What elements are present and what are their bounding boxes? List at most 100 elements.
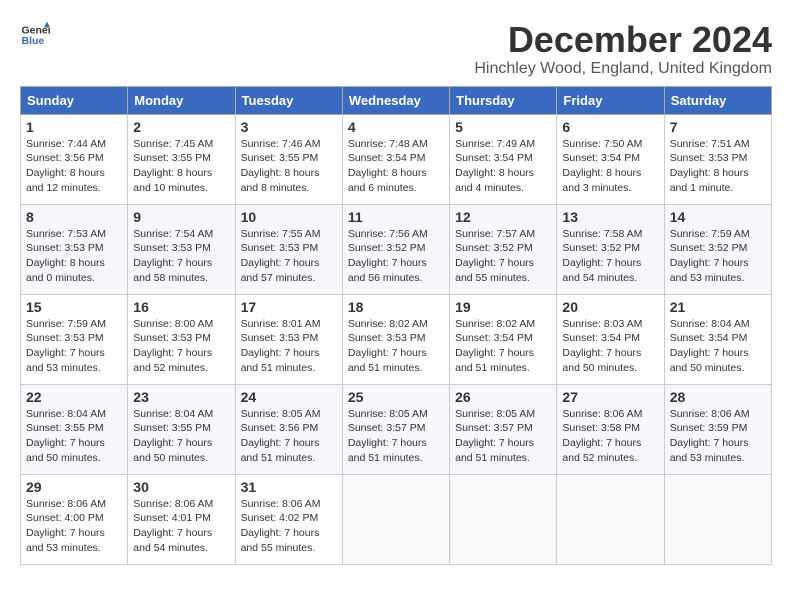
calendar-day-cell: 8Sunrise: 7:53 AM Sunset: 3:53 PM Daylig…	[21, 204, 128, 294]
day-info: Sunrise: 8:03 AM Sunset: 3:54 PM Dayligh…	[562, 317, 658, 376]
calendar-day-cell: 11 Sunrise: 7:56 AM Sunset: 3:52 PM Dayli…	[342, 204, 449, 294]
day-number: 4	[348, 119, 444, 135]
calendar-day-cell: 6Sunrise: 7:50 AM Sunset: 3:54 PM Daylig…	[557, 114, 664, 204]
calendar-day-cell: 12Sunrise: 7:57 AM Sunset: 3:52 PM Dayli…	[450, 204, 557, 294]
calendar-day-cell: 20 Sunrise: 8:03 AM Sunset: 3:54 PM Dayli…	[557, 294, 664, 384]
day-number: 2	[133, 119, 229, 135]
day-number: 25	[348, 389, 444, 405]
day-info: Sunrise: 8:05 AM Sunset: 3:56 PM Dayligh…	[241, 407, 337, 466]
calendar-day-cell: 26 Sunrise: 8:05 AM Sunset: 3:57 PM Dayli…	[450, 384, 557, 474]
day-number: 24	[241, 389, 337, 405]
calendar-day-cell: 3Sunrise: 7:46 AM Sunset: 3:55 PM Daylig…	[235, 114, 342, 204]
day-info: Sunrise: 8:04 AM Sunset: 3:54 PM Dayligh…	[670, 317, 766, 376]
location-title: Hinchley Wood, England, United Kingdom	[474, 60, 772, 78]
day-number: 15	[26, 299, 122, 315]
day-number: 3	[241, 119, 337, 135]
calendar-day-cell: 19 Sunrise: 8:02 AM Sunset: 3:54 PM Dayli…	[450, 294, 557, 384]
day-info: Sunrise: 7:56 AM Sunset: 3:52 PM Dayligh…	[348, 227, 444, 286]
calendar-day-cell: 10 Sunrise: 7:55 AM Sunset: 3:53 PM Dayli…	[235, 204, 342, 294]
day-info: Sunrise: 8:06 AM Sunset: 3:59 PM Dayligh…	[670, 407, 766, 466]
calendar-day-cell	[450, 474, 557, 564]
day-info: Sunrise: 7:54 AM Sunset: 3:53 PM Dayligh…	[133, 227, 229, 286]
day-info: Sunrise: 8:06 AM Sunset: 4:00 PM Dayligh…	[26, 497, 122, 556]
day-number: 12	[455, 209, 551, 225]
day-info: Sunrise: 8:02 AM Sunset: 3:54 PM Dayligh…	[455, 317, 551, 376]
day-number: 31	[241, 479, 337, 495]
day-info: Sunrise: 7:58 AM Sunset: 3:52 PM Dayligh…	[562, 227, 658, 286]
calendar-table: SundayMondayTuesdayWednesdayThursdayFrid…	[20, 86, 772, 565]
calendar-day-cell: 29Sunrise: 8:06 AM Sunset: 4:00 PM Dayli…	[21, 474, 128, 564]
day-info: Sunrise: 8:01 AM Sunset: 3:53 PM Dayligh…	[241, 317, 337, 376]
page-header: General Blue December 2024 Hinchley Wood…	[20, 20, 772, 78]
weekday-header-cell: Wednesday	[342, 86, 449, 114]
weekday-header-cell: Sunday	[21, 86, 128, 114]
day-number: 5	[455, 119, 551, 135]
day-number: 14	[670, 209, 766, 225]
day-number: 20	[562, 299, 658, 315]
day-info: Sunrise: 7:59 AM Sunset: 3:52 PM Dayligh…	[670, 227, 766, 286]
calendar-day-cell	[664, 474, 771, 564]
month-title: December 2024	[474, 20, 772, 60]
calendar-day-cell: 30 Sunrise: 8:06 AM Sunset: 4:01 PM Dayli…	[128, 474, 235, 564]
weekday-header-cell: Monday	[128, 86, 235, 114]
calendar-day-cell: 4 Sunrise: 7:48 AM Sunset: 3:54 PM Daylig…	[342, 114, 449, 204]
day-info: Sunrise: 8:04 AM Sunset: 3:55 PM Dayligh…	[26, 407, 122, 466]
weekday-header-cell: Tuesday	[235, 86, 342, 114]
day-info: Sunrise: 7:45 AM Sunset: 3:55 PM Dayligh…	[133, 137, 229, 196]
calendar-day-cell: 28 Sunrise: 8:06 AM Sunset: 3:59 PM Dayli…	[664, 384, 771, 474]
calendar-week-row: 22 Sunrise: 8:04 AM Sunset: 3:55 PM Dayli…	[21, 384, 772, 474]
logo-icon: General Blue	[20, 20, 50, 50]
calendar-day-cell	[342, 474, 449, 564]
day-number: 28	[670, 389, 766, 405]
day-info: Sunrise: 8:05 AM Sunset: 3:57 PM Dayligh…	[455, 407, 551, 466]
day-info: Sunrise: 7:48 AM Sunset: 3:54 PM Dayligh…	[348, 137, 444, 196]
calendar-day-cell: 21 Sunrise: 8:04 AM Sunset: 3:54 PM Dayli…	[664, 294, 771, 384]
calendar-day-cell: 18 Sunrise: 8:02 AM Sunset: 3:53 PM Dayli…	[342, 294, 449, 384]
calendar-day-cell: 9 Sunrise: 7:54 AM Sunset: 3:53 PM Daylig…	[128, 204, 235, 294]
day-number: 10	[241, 209, 337, 225]
day-number: 17	[241, 299, 337, 315]
day-number: 13	[562, 209, 658, 225]
calendar-day-cell: 14 Sunrise: 7:59 AM Sunset: 3:52 PM Dayli…	[664, 204, 771, 294]
day-number: 6	[562, 119, 658, 135]
day-number: 16	[133, 299, 229, 315]
calendar-day-cell: 13 Sunrise: 7:58 AM Sunset: 3:52 PM Dayli…	[557, 204, 664, 294]
day-info: Sunrise: 7:49 AM Sunset: 3:54 PM Dayligh…	[455, 137, 551, 196]
day-number: 8	[26, 209, 122, 225]
calendar-week-row: 15 Sunrise: 7:59 AM Sunset: 3:53 PM Dayli…	[21, 294, 772, 384]
day-number: 23	[133, 389, 229, 405]
calendar-day-cell: 22 Sunrise: 8:04 AM Sunset: 3:55 PM Dayli…	[21, 384, 128, 474]
day-number: 22	[26, 389, 122, 405]
day-info: Sunrise: 8:05 AM Sunset: 3:57 PM Dayligh…	[348, 407, 444, 466]
day-number: 26	[455, 389, 551, 405]
day-info: Sunrise: 7:59 AM Sunset: 3:53 PM Dayligh…	[26, 317, 122, 376]
weekday-header-cell: Thursday	[450, 86, 557, 114]
day-number: 19	[455, 299, 551, 315]
day-info: Sunrise: 7:51 AM Sunset: 3:53 PM Dayligh…	[670, 137, 766, 196]
day-number: 11	[348, 209, 444, 225]
svg-text:Blue: Blue	[22, 35, 45, 47]
day-info: Sunrise: 7:55 AM Sunset: 3:53 PM Dayligh…	[241, 227, 337, 286]
calendar-day-cell: 24 Sunrise: 8:05 AM Sunset: 3:56 PM Dayli…	[235, 384, 342, 474]
calendar-day-cell: 25 Sunrise: 8:05 AM Sunset: 3:57 PM Dayli…	[342, 384, 449, 474]
day-number: 21	[670, 299, 766, 315]
day-info: Sunrise: 8:06 AM Sunset: 3:58 PM Dayligh…	[562, 407, 658, 466]
day-info: Sunrise: 8:02 AM Sunset: 3:53 PM Dayligh…	[348, 317, 444, 376]
weekday-header-cell: Friday	[557, 86, 664, 114]
day-number: 18	[348, 299, 444, 315]
day-info: Sunrise: 8:04 AM Sunset: 3:55 PM Dayligh…	[133, 407, 229, 466]
day-info: Sunrise: 8:06 AM Sunset: 4:01 PM Dayligh…	[133, 497, 229, 556]
weekday-header-cell: Saturday	[664, 86, 771, 114]
day-number: 7	[670, 119, 766, 135]
weekday-header-row: SundayMondayTuesdayWednesdayThursdayFrid…	[21, 86, 772, 114]
day-info: Sunrise: 7:44 AM Sunset: 3:56 PM Dayligh…	[26, 137, 122, 196]
calendar-day-cell: 31Sunrise: 8:06 AM Sunset: 4:02 PM Dayli…	[235, 474, 342, 564]
day-number: 30	[133, 479, 229, 495]
calendar-day-cell: 2 Sunrise: 7:45 AM Sunset: 3:55 PM Daylig…	[128, 114, 235, 204]
calendar-week-row: 29Sunrise: 8:06 AM Sunset: 4:00 PM Dayli…	[21, 474, 772, 564]
calendar-week-row: 1Sunrise: 7:44 AM Sunset: 3:56 PM Daylig…	[21, 114, 772, 204]
calendar-day-cell: 17 Sunrise: 8:01 AM Sunset: 3:53 PM Dayli…	[235, 294, 342, 384]
calendar-day-cell: 23 Sunrise: 8:04 AM Sunset: 3:55 PM Dayli…	[128, 384, 235, 474]
calendar-day-cell: 16Sunrise: 8:00 AM Sunset: 3:53 PM Dayli…	[128, 294, 235, 384]
day-number: 9	[133, 209, 229, 225]
